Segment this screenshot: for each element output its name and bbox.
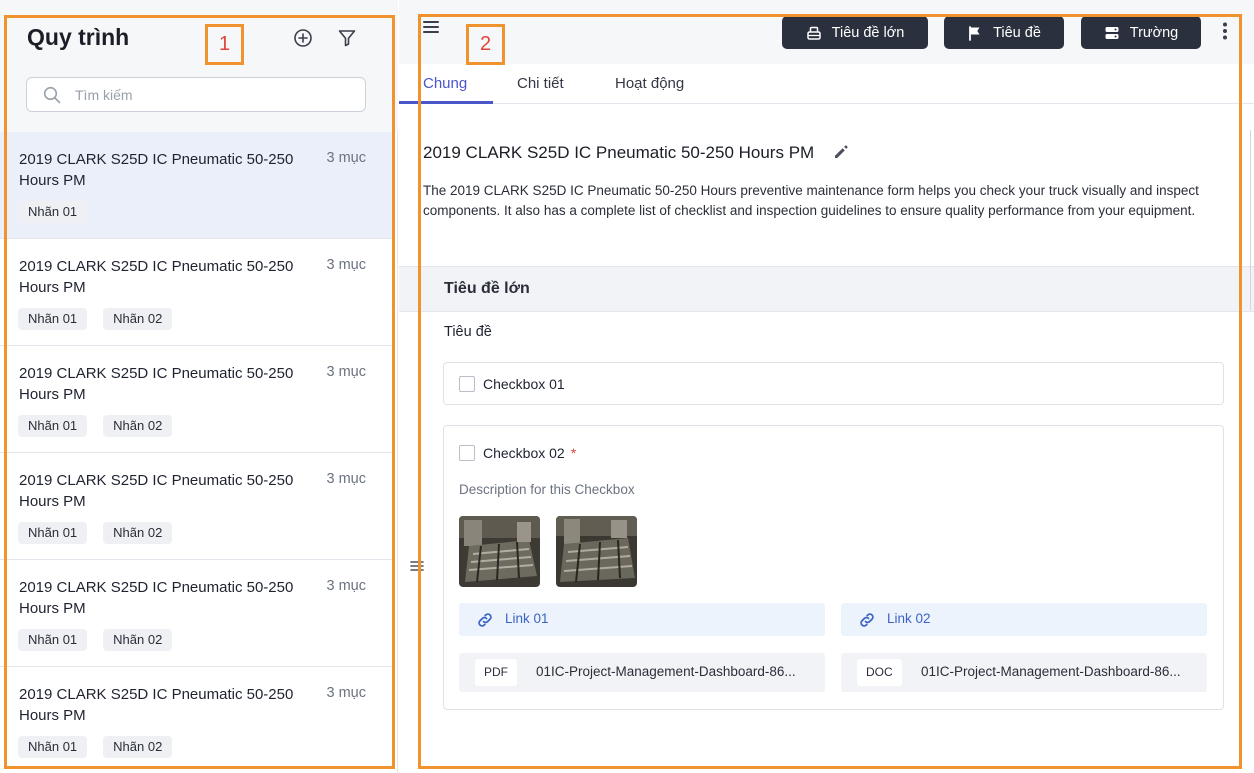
add-field-button[interactable]: Trường (1081, 16, 1201, 49)
file-type-badge: PDF (475, 659, 517, 686)
filter-icon[interactable] (334, 25, 360, 51)
tag: Nhãn 02 (103, 415, 173, 437)
file-attachment[interactable]: DOC 01IC-Project-Management-Dashboard-86… (841, 653, 1207, 692)
list-item[interactable]: 2019 CLARK S25D IC Pneumatic 50-250 Hour… (0, 239, 392, 346)
list-item-count: 3 mục (326, 685, 367, 701)
pencil-icon[interactable] (832, 143, 850, 166)
list-item[interactable]: 2019 CLARK S25D IC Pneumatic 50-250 Hour… (0, 132, 392, 239)
search-input[interactable] (75, 84, 355, 106)
list-item-count: 3 mục (326, 150, 367, 166)
tag: Nhãn 01 (18, 201, 88, 223)
checkbox-label-text: Checkbox 02 (483, 445, 565, 461)
list-item[interactable]: 2019 CLARK S25D IC Pneumatic 50-250 Hour… (0, 453, 392, 560)
tag: Nhãn 01 (18, 629, 88, 651)
list-item-title: 2019 CLARK S25D IC Pneumatic 50-250 Hour… (19, 686, 294, 724)
panel-title: Quy trình (27, 24, 130, 50)
tab-bar: Chung Chi tiết Hoạt động (399, 64, 1254, 104)
tag: Nhãn 02 (103, 629, 173, 651)
add-field-label: Trường (1129, 24, 1179, 41)
checkbox-field-card: Checkbox 01 (443, 362, 1224, 405)
subsection-title: Tiêu đề (444, 324, 492, 340)
tag-group: Nhãn 01 Nhãn 02 (18, 415, 173, 437)
tab-activity[interactable]: Hoạt động (615, 75, 684, 92)
annotation-label-2: 2 (466, 24, 505, 65)
plus-circle-icon[interactable] (290, 25, 316, 51)
flag-icon (969, 25, 980, 41)
search-icon (43, 86, 61, 104)
active-tab-indicator (399, 101, 493, 104)
file-name: 01IC-Project-Management-Dashboard-86... (536, 664, 796, 679)
add-header-label: Tiêu đề (993, 24, 1041, 41)
required-mark: * (570, 445, 577, 461)
search-box[interactable] (26, 77, 366, 112)
list-item-count: 3 mục (326, 471, 367, 487)
hamburger-icon[interactable] (423, 20, 439, 39)
tag: Nhãn 02 (103, 736, 173, 758)
file-attachment[interactable]: PDF 01IC-Project-Management-Dashboard-86… (459, 653, 825, 692)
field-icon (1105, 26, 1119, 39)
document-description: The 2019 CLARK S25D IC Pneumatic 50-250 … (423, 183, 1199, 218)
list-item-count: 3 mục (326, 364, 367, 380)
tag: Nhãn 01 (18, 308, 88, 330)
file-name: 01IC-Project-Management-Dashboard-86... (921, 664, 1181, 679)
add-big-header-label: Tiêu đề lớn (831, 24, 905, 41)
checkbox-label: Checkbox 01 (483, 376, 565, 392)
tab-details[interactable]: Chi tiết (517, 75, 564, 92)
list-item-title: 2019 CLARK S25D IC Pneumatic 50-250 Hour… (19, 579, 294, 617)
scrollbar[interactable] (1250, 130, 1251, 310)
add-big-header-button[interactable]: Tiêu đề lớn (782, 16, 928, 49)
image-thumbnail[interactable] (459, 516, 540, 587)
procedure-list: 2019 CLARK S25D IC Pneumatic 50-250 Hour… (0, 132, 392, 773)
list-item[interactable]: 2019 CLARK S25D IC Pneumatic 50-250 Hour… (0, 560, 392, 667)
link-icon (860, 613, 874, 627)
list-item-count: 3 mục (326, 257, 367, 273)
tag: Nhãn 02 (103, 522, 173, 544)
link-label: Link 02 (887, 611, 931, 626)
image-thumbnail[interactable] (556, 516, 637, 587)
list-item-title: 2019 CLARK S25D IC Pneumatic 50-250 Hour… (19, 365, 294, 403)
list-item-title: 2019 CLARK S25D IC Pneumatic 50-250 Hour… (19, 258, 294, 296)
tag-group: Nhãn 01 Nhãn 02 (18, 736, 173, 758)
section-header[interactable]: Tiêu đề lớn (399, 266, 1254, 312)
section-title: Tiêu đề lớn (444, 280, 530, 297)
tag: Nhãn 01 (18, 522, 88, 544)
tag-group: Nhãn 01 (18, 201, 88, 223)
tab-general[interactable]: Chung (423, 75, 467, 92)
tag: Nhãn 01 (18, 415, 88, 437)
toolbar: Tiêu đề lớn Tiêu đề Trường (399, 0, 1254, 64)
checkbox-label: Checkbox 02 * (483, 445, 576, 461)
add-header-button[interactable]: Tiêu đề (944, 16, 1064, 49)
link-icon (478, 613, 492, 627)
list-item-title: 2019 CLARK S25D IC Pneumatic 50-250 Hour… (19, 151, 294, 189)
checkbox[interactable] (459, 445, 475, 461)
procedure-detail-panel: Tiêu đề lớn Tiêu đề Trường Chung Chi tiế… (399, 0, 1254, 773)
tag: Nhãn 02 (103, 308, 173, 330)
link-label: Link 01 (505, 611, 549, 626)
header-icon (806, 26, 821, 40)
list-item[interactable]: 2019 CLARK S25D IC Pneumatic 50-250 Hour… (0, 346, 392, 453)
list-item[interactable]: 2019 CLARK S25D IC Pneumatic 50-250 Hour… (0, 667, 392, 773)
resize-handle-icon[interactable] (410, 559, 424, 578)
checkbox-field-card: Checkbox 02 * Description for this Checkb… (443, 425, 1224, 710)
app-root: Quy trình 2019 CLARK S25D IC Pneumatic 5… (0, 0, 1254, 773)
document-title: 2019 CLARK S25D IC Pneumatic 50-250 Hour… (423, 143, 815, 162)
tag-group: Nhãn 01 Nhãn 02 (18, 629, 173, 651)
kebab-icon[interactable] (1222, 22, 1228, 45)
list-item-title: 2019 CLARK S25D IC Pneumatic 50-250 Hour… (19, 472, 294, 510)
tag-group: Nhãn 01 Nhãn 02 (18, 522, 173, 544)
link-chip[interactable]: Link 02 (841, 603, 1207, 636)
tag-group: Nhãn 01 Nhãn 02 (18, 308, 173, 330)
procedure-list-header: Quy trình (0, 0, 398, 132)
link-chip[interactable]: Link 01 (459, 603, 825, 636)
file-type-badge: DOC (857, 659, 902, 686)
checkbox[interactable] (459, 376, 475, 392)
procedure-list-panel: Quy trình 2019 CLARK S25D IC Pneumatic 5… (0, 0, 398, 773)
list-item-count: 3 mục (326, 578, 367, 594)
tag: Nhãn 01 (18, 736, 88, 758)
annotation-label-1: 1 (205, 24, 244, 65)
checkbox-description: Description for this Checkbox (459, 482, 635, 497)
